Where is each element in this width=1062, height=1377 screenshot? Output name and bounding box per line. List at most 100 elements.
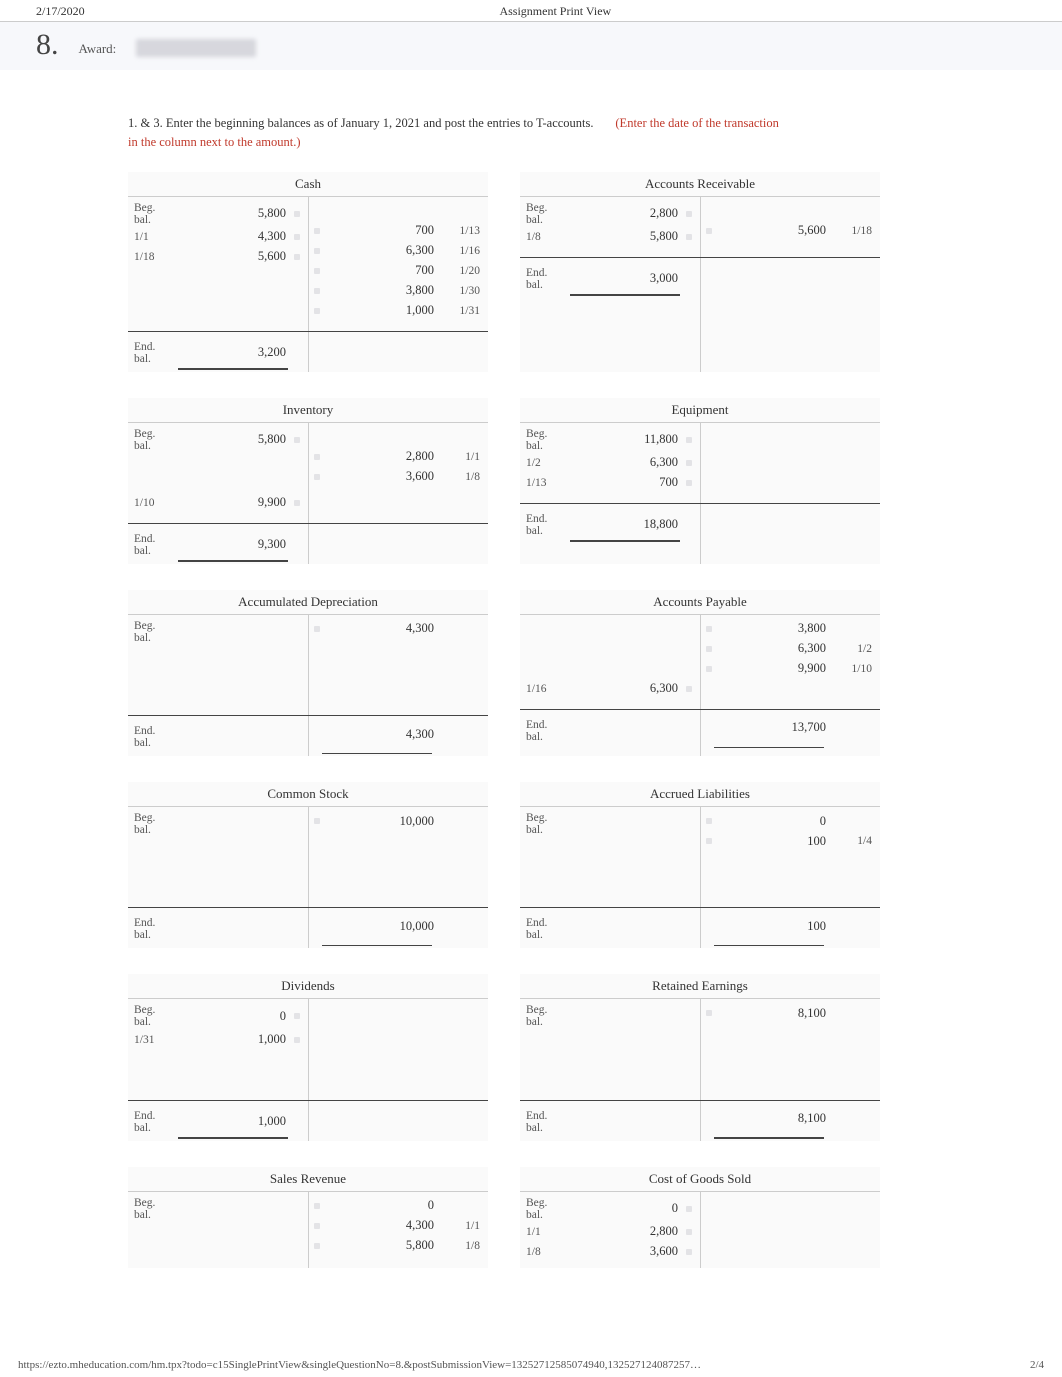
end-bal-amount: 18,800 (572, 517, 684, 532)
row-amount: 2,800 (572, 206, 684, 221)
t-account: DividendsBeg. bal.01/311,000End. bal.1,0… (128, 974, 488, 1140)
input-marker-icon (314, 1243, 320, 1249)
credit-row (314, 679, 482, 699)
row-amount: 3,800 (716, 621, 832, 636)
t-account: CashBeg. bal.5,8001/14,3001/185,6007001/… (128, 172, 488, 372)
end-bal-amount: 1,000 (180, 1114, 292, 1129)
debit-side: Beg. bal. (520, 807, 700, 903)
row-label: Beg. bal. (134, 202, 180, 226)
debit-row: Beg. bal.11,800 (526, 427, 694, 453)
credit-row: 9,9001/10 (706, 659, 874, 679)
end-bal-label: End. bal. (134, 341, 180, 365)
credit-side (308, 999, 488, 1095)
row-amount: 700 (324, 223, 440, 238)
input-marker-icon (686, 460, 692, 466)
row-amount: 3,600 (324, 469, 440, 484)
row-amount: 5,600 (180, 249, 292, 264)
t-account-title: Accounts Payable (520, 590, 880, 615)
row-label: 1/16 (526, 683, 572, 695)
debit-row: 1/185,600 (134, 247, 302, 267)
award-points-redacted (136, 39, 256, 57)
credit-row: 8,100 (706, 1003, 874, 1023)
input-marker-icon (706, 228, 712, 234)
row-label: Beg. bal. (526, 202, 572, 226)
end-bal-amount: 100 (716, 919, 832, 934)
credit-row (314, 659, 482, 679)
end-bal-row: End. bal.1,000 (134, 1109, 302, 1135)
row-date: 1/4 (832, 835, 874, 847)
debit-row: Beg. bal.0 (526, 1196, 694, 1222)
credit-row (706, 1063, 874, 1083)
debit-row: 1/83,600 (526, 1242, 694, 1262)
t-account: Retained EarningsBeg. bal.8,100End. bal.… (520, 974, 880, 1140)
t-account-title: Accounts Receivable (520, 172, 880, 197)
row-date: 1/31 (440, 305, 482, 317)
end-bal-amount: 9,300 (180, 537, 292, 552)
debit-side: 1/166,300 (520, 615, 700, 705)
input-marker-icon (294, 1013, 300, 1019)
end-bal-row: 4,300 (314, 724, 482, 744)
input-marker-icon (314, 626, 320, 632)
row-amount: 2,800 (572, 1224, 684, 1239)
question-number: 8. (36, 28, 59, 62)
end-bal-amount: 10,000 (324, 919, 440, 934)
input-marker-icon (686, 686, 692, 692)
input-marker-icon (294, 211, 300, 217)
end-bal-label: End. bal. (526, 719, 572, 743)
credit-side: 8,100 (700, 999, 880, 1095)
credit-row: 1,0001/31 (314, 301, 482, 321)
row-amount: 1,000 (180, 1032, 292, 1047)
credit-row (314, 851, 482, 871)
row-date: 1/18 (832, 225, 874, 237)
row-amount: 6,300 (572, 681, 684, 696)
t-account: Accounts ReceivableBeg. bal.2,8001/85,80… (520, 172, 880, 372)
input-marker-icon (294, 500, 300, 506)
row-amount: 5,800 (572, 229, 684, 244)
end-bal-label: End. bal. (526, 1110, 572, 1134)
input-marker-icon (686, 1229, 692, 1235)
debit-row: 1/14,300 (134, 227, 302, 247)
debit-row (526, 639, 694, 659)
debit-row (134, 1050, 302, 1070)
end-bal-amount: 4,300 (324, 727, 440, 742)
row-label: 1/8 (526, 1246, 572, 1258)
debit-row (134, 473, 302, 493)
instructions-note-1: (Enter the date of the transaction (615, 116, 778, 130)
t-account: Sales RevenueBeg. bal.04,3001/15,8001/8 (128, 1167, 488, 1268)
row-amount: 0 (716, 814, 832, 829)
row-label: Beg. bal. (134, 428, 180, 452)
row-amount: 6,300 (324, 243, 440, 258)
debit-row: 1/166,300 (526, 679, 694, 699)
input-marker-icon (706, 1010, 712, 1016)
t-account-title: Common Stock (128, 782, 488, 807)
header-title: Assignment Print View (499, 4, 611, 19)
debit-row: Beg. bal.2,800 (526, 201, 694, 227)
row-date: 1/2 (832, 643, 874, 655)
input-marker-icon (686, 1249, 692, 1255)
row-amount: 6,300 (572, 455, 684, 470)
footer-page: 2/4 (1030, 1359, 1044, 1371)
t-account-title: Equipment (520, 398, 880, 423)
credit-row (314, 871, 482, 891)
footer-url: https://ezto.mheducation.com/hm.tpx?todo… (18, 1359, 701, 1371)
credit-row: 1001/4 (706, 831, 874, 851)
end-bal-row: End. bal. (526, 916, 694, 942)
end-bal-label: End. bal. (134, 917, 180, 941)
input-marker-icon (686, 211, 692, 217)
beg-bal-label-row: Beg. bal. (134, 1196, 302, 1222)
input-marker-icon (294, 437, 300, 443)
input-marker-icon (706, 666, 712, 672)
end-bal-label: End. bal. (526, 513, 572, 537)
end-bal-row: End. bal. (134, 724, 302, 750)
row-date: 1/20 (440, 265, 482, 277)
row-amount: 0 (324, 1198, 440, 1213)
credit-side: 04,3001/15,8001/8 (308, 1192, 488, 1268)
debit-side: Beg. bal.5,8001/109,900 (128, 423, 308, 519)
input-marker-icon (314, 1203, 320, 1209)
debit-side: Beg. bal. (128, 615, 308, 711)
end-bal-row: End. bal. (134, 916, 302, 942)
input-marker-icon (314, 474, 320, 480)
page-footer: https://ezto.mheducation.com/hm.tpx?todo… (18, 1359, 1044, 1371)
input-marker-icon (314, 248, 320, 254)
t-account-title: Cash (128, 172, 488, 197)
